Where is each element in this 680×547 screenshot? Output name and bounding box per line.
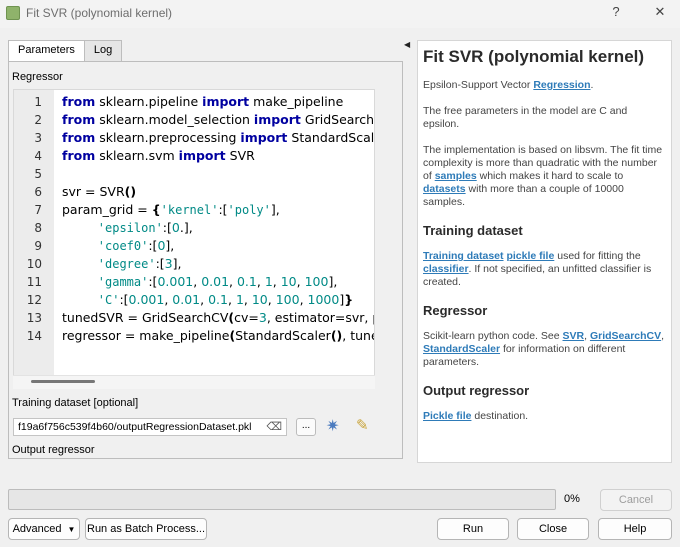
- chevron-down-icon: ▼: [67, 525, 76, 534]
- scrollbar-thumb[interactable]: [31, 380, 95, 383]
- code-text: 'coef0':[0],: [97, 238, 175, 253]
- code-line: 10 'degree':[3],: [14, 255, 374, 273]
- code-line: 5: [14, 165, 374, 183]
- help-training-text: Training dataset pickle file used for fi…: [423, 250, 652, 288]
- training-dataset-value: f19a6f756c539f4b60/outputRegressionDatas…: [18, 421, 252, 433]
- standardscaler-link[interactable]: StandardScaler: [423, 343, 500, 355]
- code-text: param_grid = {'kernel':['poly'],: [62, 202, 280, 217]
- classifier-link[interactable]: classifier: [423, 263, 469, 275]
- line-number: 5: [34, 167, 42, 181]
- code-line: 4 from sklearn.svm import SVR: [14, 147, 374, 165]
- run-button[interactable]: Run: [437, 518, 509, 540]
- code-text: 'gamma':[0.001, 0.01, 0.1, 1, 10, 100],: [97, 274, 338, 289]
- code-line: 12 'C':[0.001, 0.01, 0.1, 1, 10, 100, 10…: [14, 291, 374, 309]
- clear-icon[interactable]: ⌫: [266, 420, 282, 433]
- tab-bar: Parameters Log: [8, 40, 123, 62]
- code-line: 8 'epsilon':[0.],: [14, 219, 374, 237]
- code-lines: 1 from sklearn.pipeline import make_pipel…: [14, 93, 375, 345]
- code-line: 1 from sklearn.pipeline import make_pipel…: [14, 93, 374, 111]
- advanced-dropdown[interactable]: Advanced ▼: [8, 518, 80, 540]
- help-panel: Fit SVR (polynomial kernel) Epsilon-Supp…: [417, 40, 672, 463]
- help-free-params: The free parameters in the model are C a…: [423, 105, 628, 130]
- training-dataset-label: Training dataset [optional]: [12, 397, 139, 409]
- browse-button[interactable]: ...: [296, 418, 316, 436]
- tab-log[interactable]: Log: [83, 40, 123, 61]
- line-number: 2: [34, 113, 42, 127]
- line-number: 14: [26, 329, 42, 343]
- line-number: 10: [26, 257, 42, 271]
- line-number: 9: [34, 239, 42, 253]
- regression-link[interactable]: Regression: [533, 79, 590, 91]
- gear-icon[interactable]: ✷: [326, 416, 339, 436]
- code-line: 2 from sklearn.model_selection import Gri…: [14, 111, 375, 129]
- line-number: 7: [34, 203, 42, 217]
- pencil-icon[interactable]: ✎: [356, 416, 369, 434]
- line-number: 12: [26, 293, 42, 307]
- line-number: 4: [34, 149, 42, 163]
- title-bar: Fit SVR (polynomial kernel) ? ✕: [0, 0, 680, 28]
- help-heading-training: Training dataset: [423, 223, 523, 238]
- code-text: from sklearn.preprocessing import Standa…: [62, 130, 375, 145]
- help-heading-output: Output regressor: [423, 383, 530, 398]
- tab-parameters[interactable]: Parameters: [8, 40, 85, 62]
- progress-bar: [8, 489, 556, 510]
- code-text: from sklearn.svm import SVR: [62, 148, 255, 163]
- collapse-help-icon[interactable]: ◀: [404, 40, 410, 49]
- help-titlebar-button[interactable]: ?: [606, 4, 626, 19]
- window-title: Fit SVR (polynomial kernel): [26, 6, 173, 20]
- gridsearchcv-link[interactable]: GridSearchCV: [590, 330, 661, 342]
- help-implementation: The implementation is based on libsvm. T…: [423, 144, 663, 208]
- training-dataset-link[interactable]: Training dataset: [423, 250, 504, 262]
- line-number: 13: [26, 311, 42, 325]
- help-title: Fit SVR (polynomial kernel): [423, 47, 645, 66]
- code-line: 11 'gamma':[0.001, 0.01, 0.1, 1, 10, 100…: [14, 273, 374, 291]
- code-text: from sklearn.pipeline import make_pipeli…: [62, 94, 344, 109]
- run-batch-button[interactable]: Run as Batch Process...: [85, 518, 207, 540]
- help-intro: Epsilon-Support Vector Regression.: [423, 79, 594, 91]
- help-heading-regressor: Regressor: [423, 303, 488, 318]
- pickle-file-link[interactable]: pickle file: [506, 250, 554, 262]
- code-line: 13 tunedSVR = GridSearchCV(cv=3, estimato…: [14, 309, 374, 327]
- regressor-label: Regressor: [12, 71, 63, 83]
- code-line: 6 svr = SVR(): [14, 183, 374, 201]
- close-button[interactable]: Close: [517, 518, 589, 540]
- close-window-button[interactable]: ✕: [650, 4, 670, 20]
- code-text: tunedSVR = GridSearchCV(cv=3, estimator=…: [62, 310, 374, 325]
- code-text: 'epsilon':[0.],: [97, 220, 193, 235]
- help-output-text: Pickle file destination.: [423, 410, 529, 422]
- svr-link[interactable]: SVR: [563, 330, 585, 342]
- code-text: 'C':[0.001, 0.01, 0.1, 1, 10, 100, 1000]…: [97, 292, 354, 307]
- line-number: 3: [34, 131, 42, 145]
- progress-percent: 0%: [564, 493, 580, 505]
- line-number: 11: [26, 275, 42, 289]
- output-regressor-label: Output regressor: [12, 444, 95, 456]
- datasets-link[interactable]: datasets: [423, 183, 466, 195]
- cancel-button[interactable]: Cancel: [600, 489, 672, 511]
- code-text: svr = SVR(): [62, 184, 137, 199]
- code-line: 14 regressor = make_pipeline(StandardScal…: [14, 327, 374, 345]
- output-pickle-link[interactable]: Pickle file: [423, 410, 471, 422]
- line-number: 8: [34, 221, 42, 235]
- code-line: 7 param_grid = {'kernel':['poly'],: [14, 201, 374, 219]
- regressor-code-editor[interactable]: 1 from sklearn.pipeline import make_pipel…: [13, 89, 375, 389]
- code-line: 9 'coef0':[0],: [14, 237, 374, 255]
- line-number: 1: [34, 95, 42, 109]
- code-text: regressor = make_pipeline(StandardScaler…: [62, 328, 374, 343]
- help-regressor-text: Scikit-learn python code. See SVR, GridS…: [423, 330, 665, 368]
- code-text: 'degree':[3],: [97, 256, 182, 271]
- horizontal-scrollbar[interactable]: [13, 375, 375, 389]
- training-dataset-input[interactable]: f19a6f756c539f4b60/outputRegressionDatas…: [13, 418, 287, 436]
- samples-link[interactable]: samples: [435, 170, 477, 182]
- app-icon: [6, 6, 20, 20]
- code-text: from sklearn.model_selection import Grid…: [62, 112, 375, 127]
- help-button[interactable]: Help: [598, 518, 672, 540]
- code-line: 3 from sklearn.preprocessing import Stand…: [14, 129, 375, 147]
- line-number: 6: [34, 185, 42, 199]
